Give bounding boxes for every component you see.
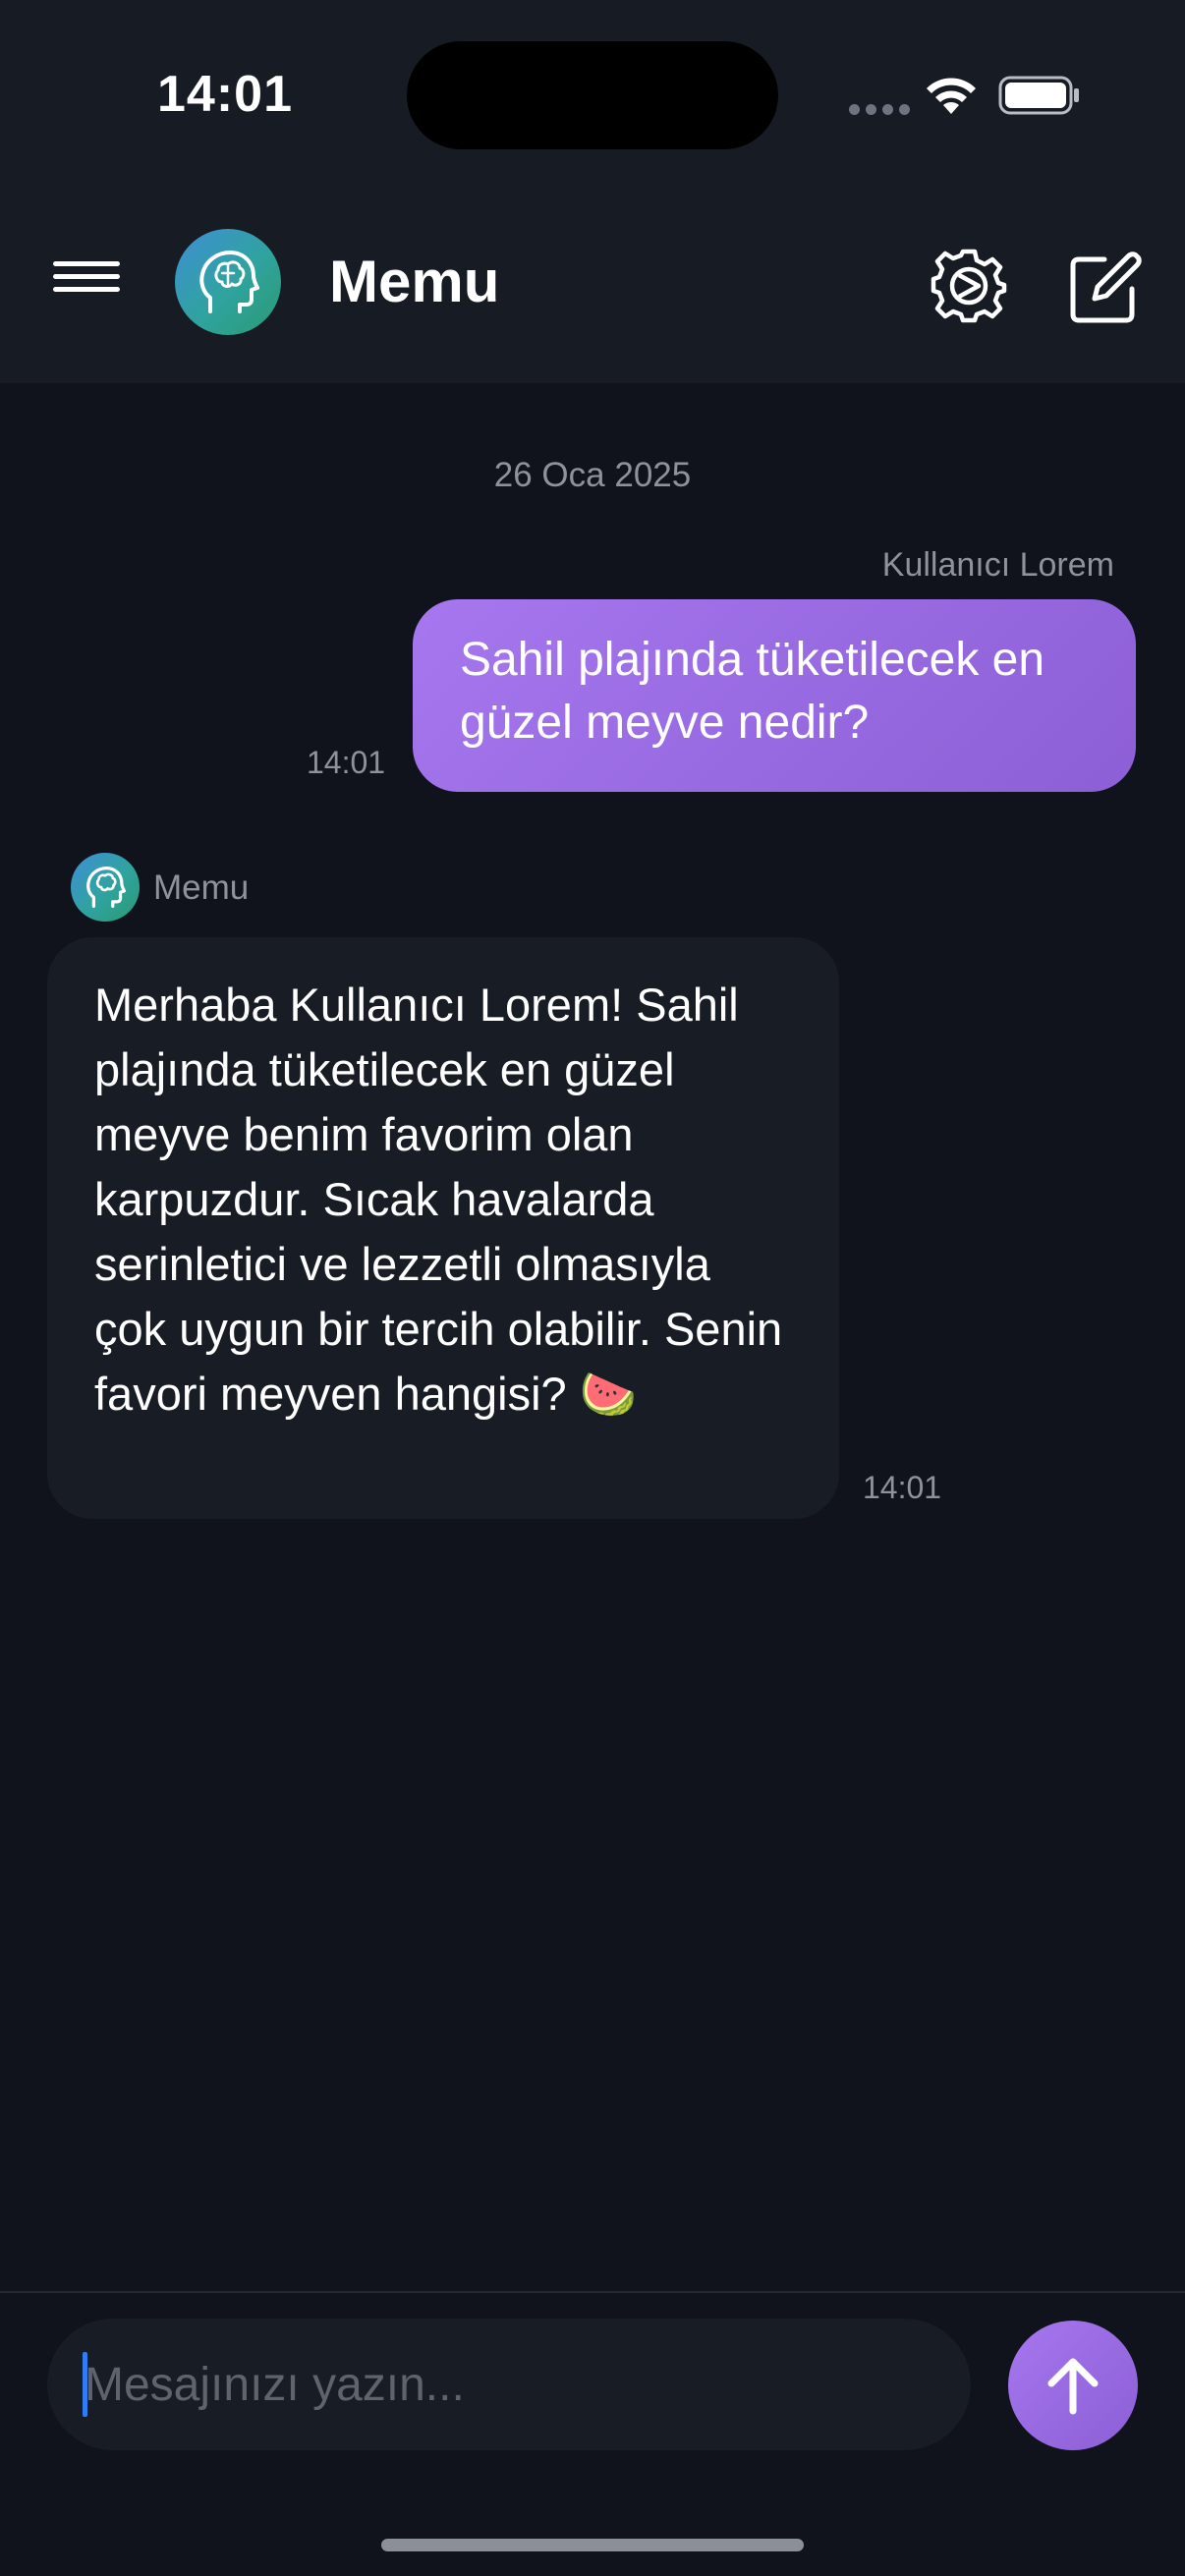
bot-avatar	[71, 853, 140, 922]
compose-icon[interactable]	[1065, 248, 1144, 326]
chat-screen: 14:01 Memu 26 Oca 2025 Kullanıcı Lorem S…	[0, 0, 1185, 2576]
message-input[interactable]	[47, 2319, 971, 2450]
arrow-up-icon	[1047, 2358, 1099, 2415]
brain-head-icon	[86, 866, 126, 909]
user-message-bubble[interactable]: Sahil plajında tüketilecek en güzel meyv…	[413, 599, 1136, 792]
hamburger-menu-icon[interactable]	[53, 261, 120, 305]
user-sender-name: Kullanıcı Lorem	[881, 546, 1114, 584]
bot-message-time: 14:01	[863, 1470, 942, 1505]
date-separator: 26 Oca 2025	[493, 456, 692, 494]
bot-message-bubble[interactable]: Merhaba Kullanıcı Lorem! Sahil plajında …	[47, 937, 839, 1519]
bot-sender-name: Memu	[153, 868, 250, 907]
dynamic-island	[407, 41, 778, 149]
cellular-signal-icon	[849, 104, 910, 115]
send-button[interactable]	[1008, 2321, 1138, 2450]
text-caret	[83, 2352, 87, 2417]
assistant-avatar	[175, 229, 281, 335]
brain-head-icon	[199, 251, 259, 313]
home-indicator[interactable]	[381, 2539, 804, 2551]
gear-icon[interactable]	[930, 246, 1008, 324]
user-message-time: 14:01	[307, 745, 386, 780]
app-title: Memu	[329, 249, 500, 314]
status-time: 14:01	[157, 66, 293, 123]
wifi-icon	[927, 78, 976, 114]
battery-icon	[998, 76, 1079, 115]
